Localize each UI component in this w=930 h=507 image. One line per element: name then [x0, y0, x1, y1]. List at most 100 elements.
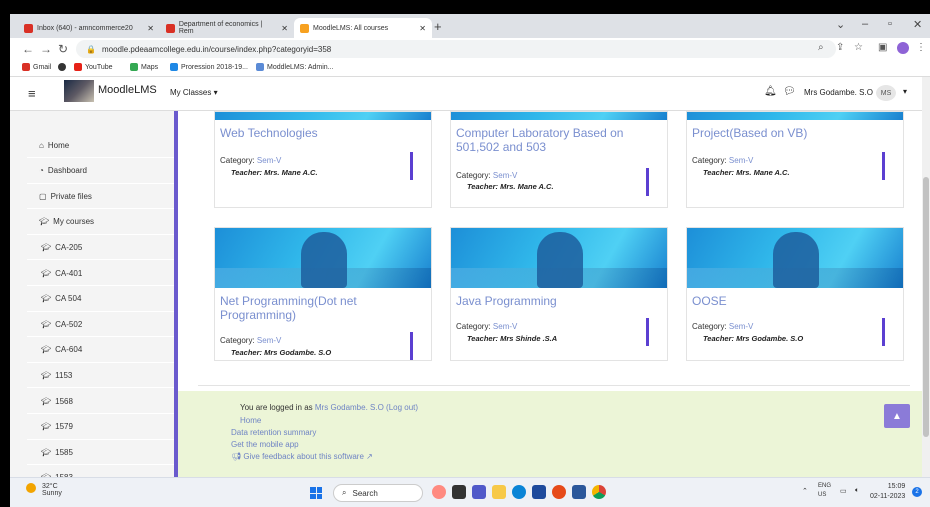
tray-chevron-icon[interactable]: ⌃ [802, 487, 808, 495]
course-title[interactable]: Web Technologies [220, 126, 318, 140]
minimize-icon[interactable]: – [862, 18, 868, 30]
course-image [215, 112, 431, 120]
windows-start-icon[interactable] [310, 487, 322, 499]
taskbar-search[interactable]: ⌕ Search [333, 484, 423, 502]
sidepanel-icon[interactable]: ▣ [878, 42, 887, 53]
user-name[interactable]: Mrs Godambe. S.O [804, 88, 873, 97]
youtube-icon [74, 63, 82, 71]
store-icon[interactable] [532, 485, 546, 499]
footer-home-link[interactable]: Home [240, 416, 261, 425]
course-card[interactable]: Java Programming Category: Sem-V Teacher… [450, 227, 668, 361]
data-retention-link[interactable]: Data retention summary [231, 428, 316, 437]
hamburger-menu-icon[interactable]: ≡ [28, 86, 36, 101]
bookmark-gmail[interactable]: Gmail [22, 63, 51, 71]
course-list: Web Technologies Category: Sem-V Teacher… [178, 111, 922, 391]
notification-badge[interactable]: 2 [912, 487, 922, 497]
scroll-to-top-button[interactable]: ▲ [884, 404, 910, 428]
clock[interactable]: 15:09 02-11-2023 [870, 482, 905, 502]
arrow-up-icon: ▲ [892, 410, 902, 422]
word-icon[interactable] [572, 485, 586, 499]
share-icon[interactable]: ⇪ [836, 42, 844, 53]
sidebar-item[interactable]: ▢ Private files [27, 184, 174, 210]
sidebar-item[interactable]: 🎓︎ 1579 [27, 414, 174, 440]
firefox-icon[interactable] [552, 485, 566, 499]
zoom-icon[interactable]: ⌕ [818, 42, 824, 53]
my-classes-menu[interactable]: My Classes ▾ [170, 88, 218, 97]
widgets-icon[interactable] [432, 485, 446, 499]
moodle-navbar: ≡ MoodleLMS My Classes ▾ 🔔︎ 💬︎ Mrs Godam… [10, 77, 930, 111]
tab-search-icon[interactable]: ⌄ [836, 18, 845, 31]
close-tab-icon[interactable]: ✕ [147, 24, 154, 33]
file-explorer-icon[interactable] [492, 485, 506, 499]
mobile-app-link[interactable]: Get the mobile app [231, 440, 299, 449]
sidebar-item[interactable]: 🎓︎ 1568 [27, 389, 174, 414]
sidebar-item[interactable]: 🎓︎ My courses [27, 209, 174, 235]
tab-gmail[interactable]: Inbox (640) - amncommerce20 ✕ [18, 18, 160, 38]
menu-kebab-icon[interactable]: ⋮ [916, 42, 926, 53]
close-tab-icon[interactable]: ✕ [281, 24, 288, 33]
profile-link[interactable]: Mrs Godambe. S.O [315, 403, 384, 412]
new-tab-icon[interactable]: + [434, 19, 442, 34]
language-indicator[interactable]: ENG US [818, 482, 831, 500]
bookmark-maps[interactable]: Maps [130, 63, 158, 71]
profile-avatar[interactable] [897, 42, 909, 54]
sidebar-item[interactable]: ◔ Dashboard [27, 158, 174, 184]
sidebar-item[interactable]: 🎓︎ CA-502 [27, 312, 174, 338]
sidebar-item[interactable]: 🎓︎ 1153 [27, 363, 174, 389]
back-icon[interactable]: ← [22, 42, 34, 56]
sidebar-item[interactable]: 🎓︎ CA-205 [27, 235, 174, 261]
network-icon[interactable]: ▭ [840, 487, 847, 495]
site-logo[interactable] [64, 80, 94, 102]
progress-bar [882, 152, 885, 180]
sidebar-item[interactable]: 🎓︎ CA-401 [27, 261, 174, 286]
course-title[interactable]: Computer Laboratory Based on 501,502 and… [456, 126, 646, 154]
user-menu-chevron-icon[interactable]: ▾ [903, 87, 907, 96]
chat-icon[interactable] [472, 485, 486, 499]
bookmark-moodle-admin[interactable]: ModdleLMS: Admin... [256, 63, 334, 71]
course-card[interactable]: OOSE Category: Sem-V Teacher: Mrs Godamb… [686, 227, 904, 361]
page-scrollbar[interactable] [922, 77, 930, 477]
course-title[interactable]: Net Programming(Dot net Programming) [220, 294, 390, 322]
bookmark-youtube[interactable]: YouTube [74, 63, 113, 71]
volume-icon[interactable]: 🔈︎ [855, 487, 859, 495]
course-title[interactable]: Java Programming [456, 294, 557, 308]
sidebar-item[interactable]: 🎓︎ 1585 [27, 440, 174, 466]
address-bar[interactable]: 🔒 moodle.pdeaamcollege.edu.in/course/ind… [76, 40, 836, 58]
course-card[interactable]: Web Technologies Category: Sem-V Teacher… [214, 111, 432, 208]
weather-widget[interactable]: 32°C Sunny [42, 483, 62, 497]
bookmark-globe[interactable] [58, 63, 66, 71]
maps-icon [130, 63, 138, 71]
course-card[interactable]: Net Programming(Dot net Programming) Cat… [214, 227, 432, 361]
course-card[interactable]: Project(Based on VB) Category: Sem-V Tea… [686, 111, 904, 208]
scrollbar-thumb[interactable] [923, 177, 929, 437]
chrome-icon[interactable] [592, 485, 606, 499]
course-title[interactable]: OOSE [692, 294, 727, 308]
tab-department[interactable]: Department of economics | Rem ✕ [160, 18, 294, 38]
reload-icon[interactable]: ↻ [58, 42, 68, 56]
course-category: Category: Sem-V [456, 322, 518, 331]
message-icon[interactable]: 💬︎ [783, 86, 796, 97]
bookmark-proression[interactable]: Proression 2018-19... [170, 63, 248, 71]
close-window-icon[interactable]: ✕ [913, 18, 922, 31]
close-tab-icon[interactable]: ✕ [419, 24, 426, 33]
logout-link[interactable]: (Log out) [386, 403, 418, 412]
sidebar-item[interactable]: ⌂ Home [27, 133, 174, 158]
bell-icon[interactable]: 🔔︎ [764, 86, 777, 97]
sidebar-item[interactable]: 🎓︎ CA-604 [27, 337, 174, 363]
feedback-link[interactable]: 📢︎ Give feedback about this software ↗ [231, 452, 373, 461]
edge-icon[interactable] [512, 485, 526, 499]
task-view-icon[interactable] [452, 485, 466, 499]
course-title[interactable]: Project(Based on VB) [692, 126, 807, 140]
bookmark-star-icon[interactable]: ☆ [854, 42, 863, 53]
gmail-icon [166, 23, 175, 33]
avatar[interactable]: MS [876, 85, 896, 101]
site-brand[interactable]: MoodleLMS [98, 84, 157, 96]
restore-icon[interactable]: ▫ [888, 18, 892, 30]
sidebar-item[interactable]: 🎓︎ CA 504 [27, 286, 174, 312]
forward-icon[interactable]: → [40, 42, 52, 56]
windows-taskbar: 32°C Sunny ⌕ Search ⌃ ENG US ▭ 🔈︎ 15:09 0… [10, 477, 930, 507]
lock-icon: 🔒 [86, 44, 96, 54]
tab-moodle[interactable]: MoodleLMS: All courses ✕ [294, 18, 432, 38]
course-card[interactable]: Computer Laboratory Based on 501,502 and… [450, 111, 668, 208]
tab-strip: Inbox (640) - amncommerce20 ✕ Department… [10, 14, 930, 38]
